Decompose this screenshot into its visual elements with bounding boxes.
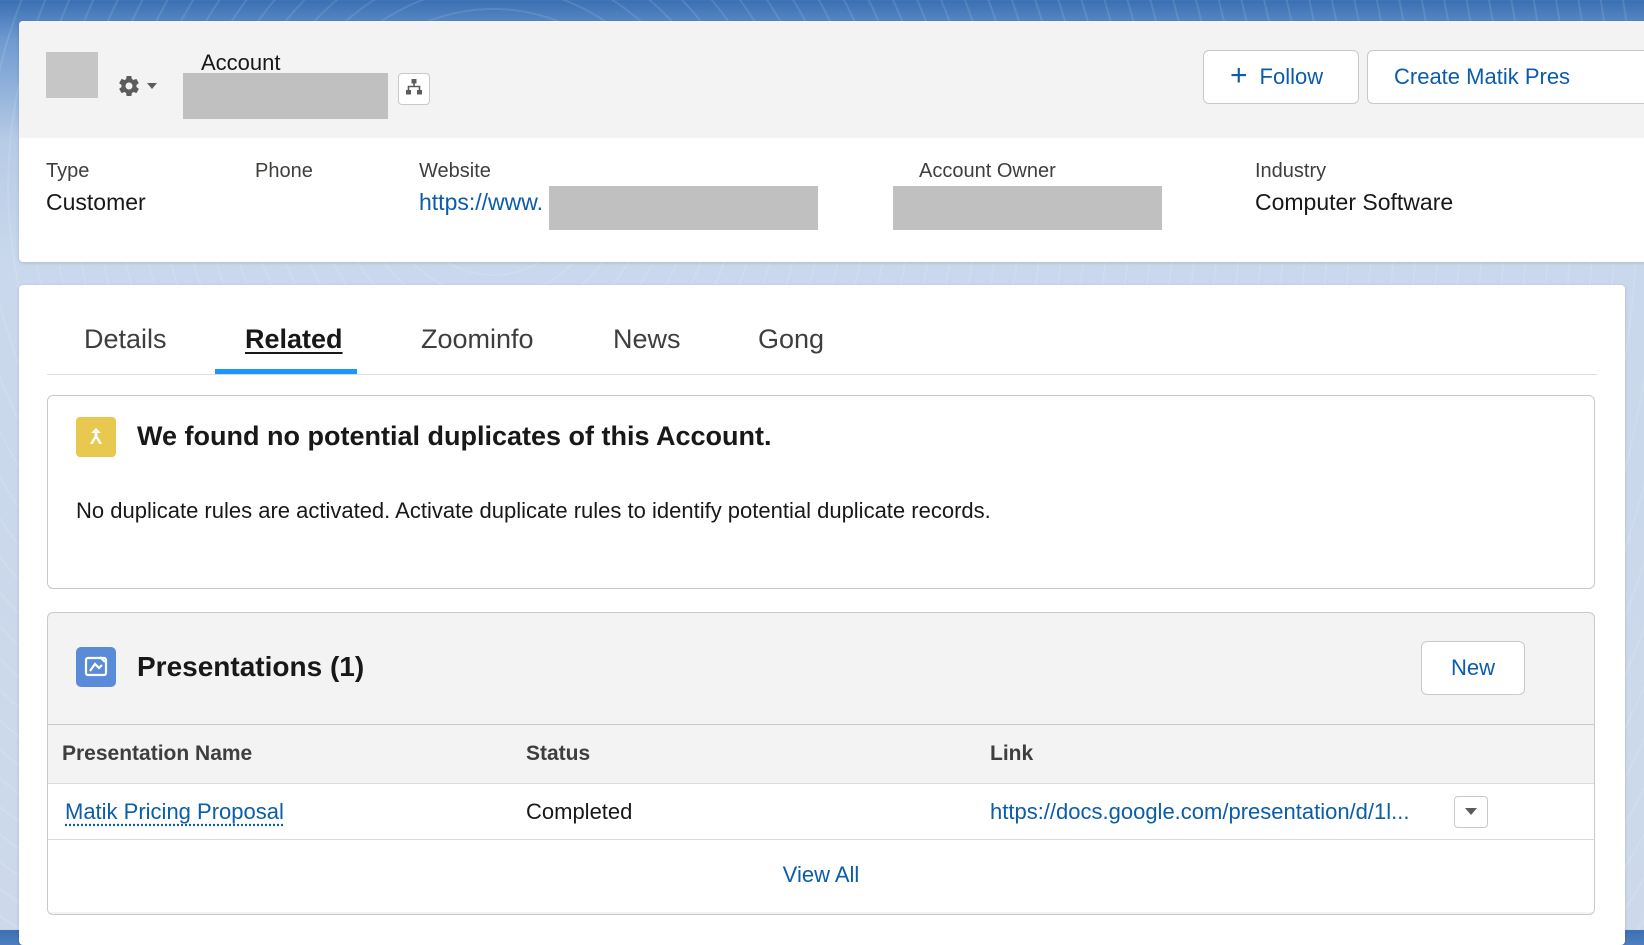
account-owner-label: Account Owner	[919, 160, 1056, 182]
presentations-table: Presentation Name Status Link Matik Pric…	[48, 724, 1594, 912]
highlight-type: Type Customer	[46, 160, 146, 216]
hierarchy-icon	[405, 78, 423, 101]
follow-button[interactable]: + Follow	[1203, 50, 1359, 104]
new-button[interactable]: New	[1421, 641, 1525, 695]
column-header-name[interactable]: Presentation Name	[62, 742, 252, 766]
gear-icon	[117, 74, 141, 98]
record-header-top: Account + Follow Create Matik Pres	[19, 21, 1644, 138]
related-list-title[interactable]: Presentations (1)	[137, 651, 364, 683]
website-link[interactable]: https://www.	[419, 189, 543, 216]
merge-icon	[76, 417, 116, 457]
table-header: Presentation Name Status Link	[48, 724, 1594, 784]
presentation-url-link[interactable]: https://docs.google.com/presentation/d/1…	[990, 799, 1409, 825]
tab-news[interactable]: News	[613, 324, 681, 355]
duplicates-message: No duplicate rules are activated. Activa…	[76, 498, 991, 523]
duplicates-title: We found no potential duplicates of this…	[137, 421, 772, 451]
highlight-phone: Phone	[255, 160, 313, 183]
plus-icon: +	[1230, 58, 1248, 92]
table-row: Matik Pricing Proposal Completed https:/…	[48, 784, 1594, 840]
duplicates-card: We found no potential duplicates of this…	[47, 395, 1595, 589]
column-header-link[interactable]: Link	[990, 742, 1033, 766]
follow-button-label: Follow	[1259, 64, 1324, 89]
presentation-name-link[interactable]: Matik Pricing Proposal	[65, 799, 284, 825]
row-actions-button[interactable]	[1454, 796, 1488, 828]
highlight-website: Website https://www.	[419, 160, 543, 216]
highlight-industry: Industry Computer Software	[1255, 160, 1453, 216]
tab-gong[interactable]: Gong	[758, 324, 824, 355]
industry-value: Computer Software	[1255, 189, 1454, 215]
phone-label: Phone	[255, 160, 313, 182]
presentation-status: Completed	[526, 799, 633, 824]
chevron-down-icon	[146, 82, 158, 90]
tab-zoominfo[interactable]: Zoominfo	[421, 324, 534, 355]
create-matik-presentation-button[interactable]: Create Matik Pres	[1367, 50, 1644, 104]
presentation-icon	[76, 647, 116, 687]
record-detail-card: Details Related Zoominfo News Gong We fo…	[19, 285, 1625, 945]
tab-related[interactable]: Related	[245, 324, 343, 355]
type-value: Customer	[46, 189, 146, 215]
account-owner-redacted	[893, 186, 1162, 230]
create-button-label: Create Matik Pres	[1394, 64, 1571, 89]
highlight-account-owner: Account Owner	[919, 160, 1056, 183]
website-redacted	[549, 186, 818, 230]
active-tab-indicator	[215, 369, 357, 374]
record-header: Account + Follow Create Matik Pres Type …	[19, 21, 1644, 262]
industry-label: Industry	[1255, 160, 1327, 182]
setup-menu-button[interactable]	[117, 74, 158, 98]
record-name-redacted	[183, 73, 388, 119]
view-hierarchy-button[interactable]	[398, 73, 430, 105]
tab-bar: Details Related Zoominfo News Gong	[47, 285, 1597, 375]
column-header-status[interactable]: Status	[526, 742, 590, 766]
tab-details[interactable]: Details	[84, 324, 167, 355]
related-list-header: Presentations (1) New	[48, 613, 1594, 724]
type-label: Type	[46, 160, 90, 182]
table-footer: View All	[48, 840, 1594, 912]
presentations-related-list: Presentations (1) New Presentation Name …	[47, 612, 1595, 915]
record-avatar-redacted	[46, 52, 98, 98]
view-all-link[interactable]: View All	[48, 862, 1594, 888]
website-label: Website	[419, 160, 491, 182]
chevron-down-icon	[1464, 803, 1478, 821]
